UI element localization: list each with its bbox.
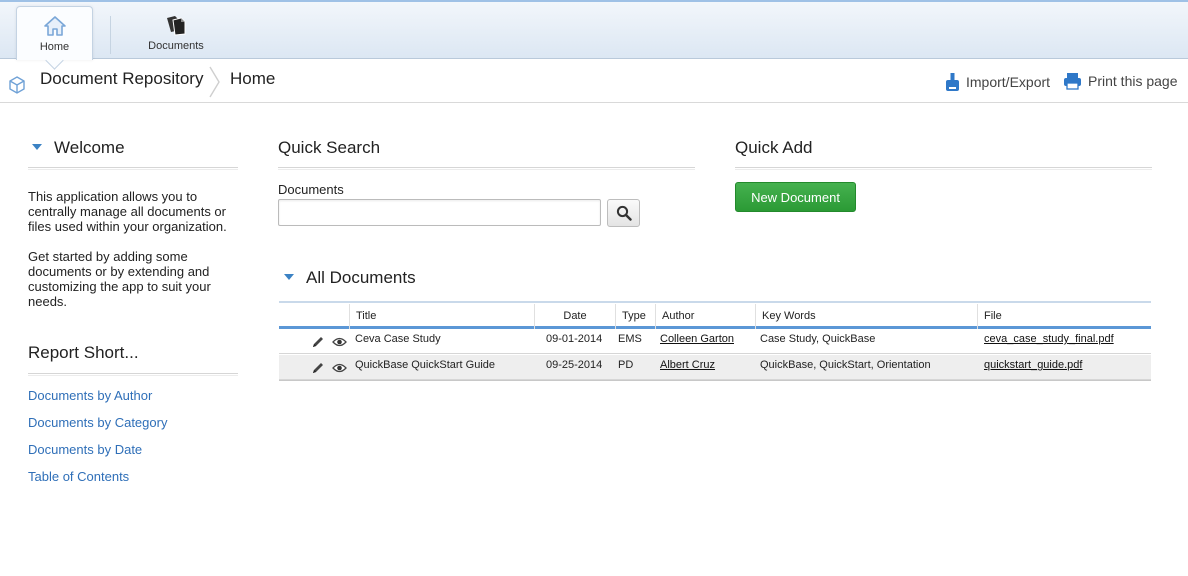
column-header-file[interactable]: File [977,304,1151,329]
welcome-title: Welcome [54,138,125,157]
search-field-label: Documents [278,182,344,197]
cell-date: 09-01-2014 [546,333,603,345]
cell-keywords: QuickBase, QuickStart, Orientation [760,359,931,371]
column-header-key-words[interactable]: Key Words [755,304,977,329]
breadcrumb-app[interactable]: Document Repository [40,69,203,89]
table-row[interactable]: QuickBase QuickStart Guide 09-25-2014 PD… [279,355,1151,380]
top-tab-bar: Home Documents [0,0,1188,60]
welcome-header[interactable]: Welcome [32,138,125,158]
printer-icon [1064,73,1081,90]
quick-add-title: Quick Add [735,138,813,157]
welcome-paragraph-2: Get started by adding some documents or … [28,249,211,309]
print-label: Print this page [1088,73,1178,89]
cell-date: 09-25-2014 [546,359,603,371]
cell-keywords: Case Study, QuickBase [760,333,876,345]
table-header-actions [279,304,349,329]
cell-author-link[interactable]: Colleen Garton [660,333,734,345]
view-eye-icon[interactable] [332,337,347,350]
column-header-type[interactable]: Type [615,304,655,329]
report-link-table-of-contents[interactable]: Table of Contents [28,469,129,484]
search-input[interactable] [278,199,601,226]
tab-home[interactable]: Home [16,6,93,60]
cell-title: QuickBase QuickStart Guide [355,359,496,371]
cell-file-link[interactable]: ceva_case_study_final.pdf [984,333,1114,345]
print-page-link[interactable]: Print this page [1063,72,1178,90]
cell-title: Ceva Case Study [355,333,441,345]
all-documents-header[interactable]: All Documents [284,268,416,288]
quick-search-divider [278,167,695,170]
all-documents-title: All Documents [306,268,416,287]
table-row[interactable]: Ceva Case Study 09-01-2014 EMS Colleen G… [279,329,1151,354]
column-header-title[interactable]: Title [349,304,534,329]
column-header-date[interactable]: Date [534,304,615,329]
tab-documents-label: Documents [148,40,204,52]
documents-icon [140,14,212,40]
edit-pencil-icon[interactable] [311,335,325,352]
breadcrumb-chevron-icon [209,66,221,103]
column-header-author[interactable]: Author [655,304,755,329]
cell-file-link[interactable]: quickstart_guide.pdf [984,359,1082,371]
welcome-paragraph-1: This application allows you to centrally… [28,189,227,234]
table-header: Title Date Type Author Key Words File [279,304,1151,329]
tab-home-label: Home [39,41,70,53]
report-link-by-author[interactable]: Documents by Author [28,388,152,403]
report-link-by-category[interactable]: Documents by Category [28,415,167,430]
import-export-link[interactable]: Import/Export [945,72,1050,92]
breadcrumb-page: Home [230,69,276,88]
import-export-icon [946,73,959,91]
collapse-triangle-icon [284,273,294,280]
welcome-divider [28,167,238,170]
import-export-label: Import/Export [966,74,1051,90]
search-icon [616,205,632,221]
report-link-by-date[interactable]: Documents by Date [28,442,142,457]
report-short-title: Report Short... [28,343,139,362]
collapse-triangle-icon [32,143,42,150]
tab-divider [110,16,111,54]
table-bottom-border [279,380,1151,381]
view-eye-icon[interactable] [332,363,347,376]
edit-pencil-icon[interactable] [311,361,325,378]
breadcrumb: Document Repository Home Import/Export P… [0,60,1188,103]
new-document-button[interactable]: New Document [735,182,856,212]
cell-author-link[interactable]: Albert Cruz [660,359,715,371]
cell-type: EMS [618,333,642,345]
quick-search-title: Quick Search [278,138,381,157]
report-short-divider [28,373,238,376]
table-top-border [279,301,1151,303]
quick-add-divider [735,167,1152,170]
cell-type: PD [618,359,634,371]
tab-documents[interactable]: Documents [140,6,212,60]
search-button[interactable] [607,199,640,227]
home-icon [17,15,92,41]
app-cube-icon [8,76,26,99]
